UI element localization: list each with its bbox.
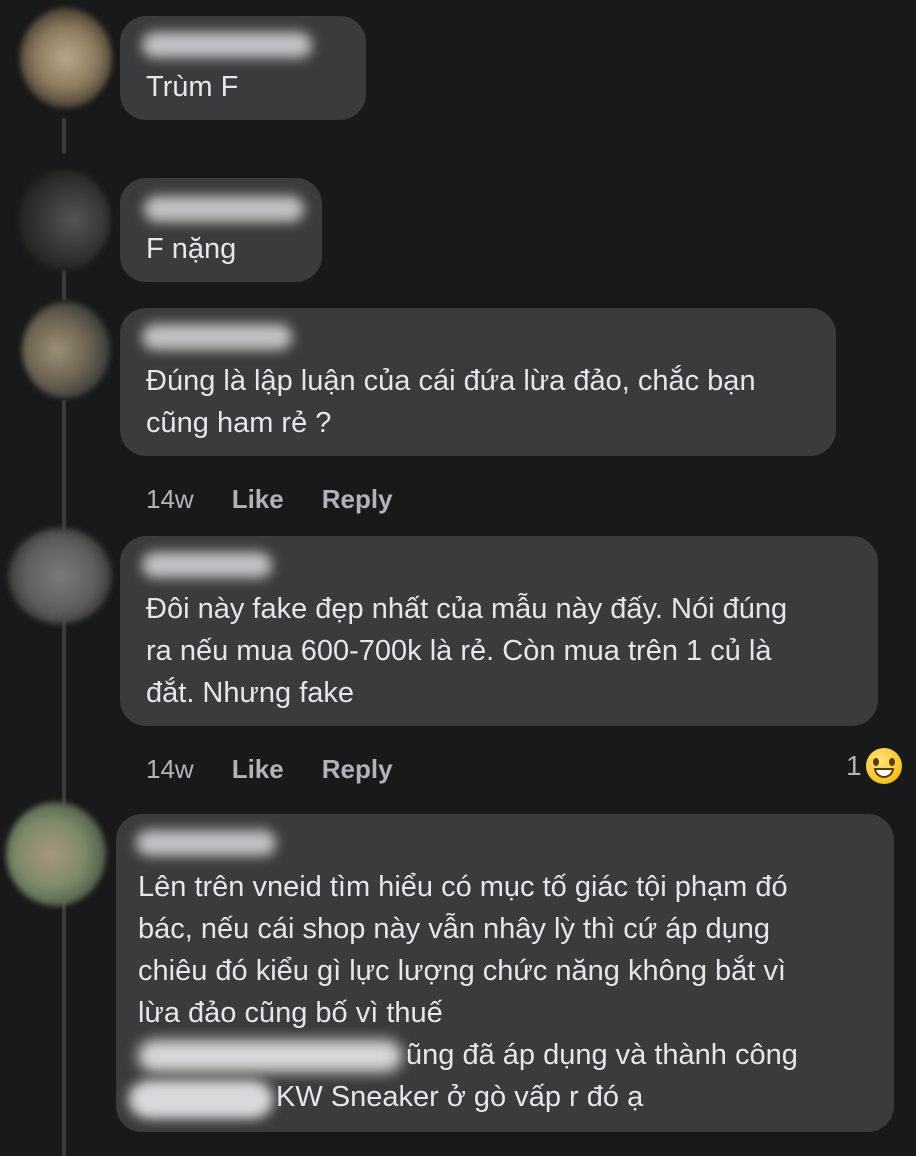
thread-line: [62, 118, 66, 154]
author-name[interactable]: [142, 32, 312, 58]
comment-actions: 14w Like Reply: [146, 484, 393, 515]
comment-text: Đúng là lập luận của cái đứa lừa đảo, ch…: [146, 365, 756, 439]
comment-text: Lên trên vneid tìm hiểu có mục tố giác t…: [138, 871, 788, 1029]
reaction-summary[interactable]: 1: [846, 748, 902, 784]
comment-bubble[interactable]: Đúng là lập luận của cái đứa lừa đảo, ch…: [120, 308, 836, 456]
avatar[interactable]: [6, 802, 106, 906]
comment-text: Đôi này fake đẹp nhất của mẫu này đấy. N…: [146, 593, 788, 709]
comment-bubble[interactable]: F nặng: [120, 178, 322, 282]
reaction-count: 1: [846, 750, 862, 781]
comment-bubble[interactable]: Trùm F: [120, 16, 366, 120]
timestamp[interactable]: 14w: [146, 754, 194, 785]
comment-actions: 14w Like Reply: [146, 754, 393, 785]
avatar[interactable]: [20, 8, 112, 108]
mention-tag[interactable]: [138, 1040, 402, 1072]
avatar[interactable]: [22, 302, 110, 398]
like-button[interactable]: Like: [232, 484, 284, 515]
thread-line: [62, 890, 66, 1156]
grinning-face-icon: [865, 748, 902, 784]
thread-line: [62, 400, 66, 530]
mention-tag[interactable]: [130, 1084, 270, 1114]
like-button[interactable]: Like: [232, 754, 284, 785]
reply-button[interactable]: Reply: [322, 484, 393, 515]
comment-bubble[interactable]: Đôi này fake đẹp nhất của mẫu này đấy. N…: [120, 536, 878, 726]
avatar[interactable]: [18, 170, 110, 270]
reply-button[interactable]: Reply: [322, 754, 393, 785]
comment-text-line: KW Sneaker ở gò vấp r đó ạ: [276, 1081, 644, 1113]
thread-line: [62, 270, 66, 300]
author-name[interactable]: [144, 196, 304, 222]
comment-text: Trùm F: [146, 71, 239, 103]
comment-text-line: ũng đã áp dụng và thành công: [406, 1039, 798, 1071]
timestamp[interactable]: 14w: [146, 484, 194, 515]
author-name[interactable]: [136, 830, 276, 856]
thread-line: [62, 610, 66, 806]
comment-text: F nặng: [146, 233, 237, 265]
avatar[interactable]: [8, 528, 112, 624]
author-name[interactable]: [142, 324, 292, 350]
author-name[interactable]: [142, 552, 272, 578]
